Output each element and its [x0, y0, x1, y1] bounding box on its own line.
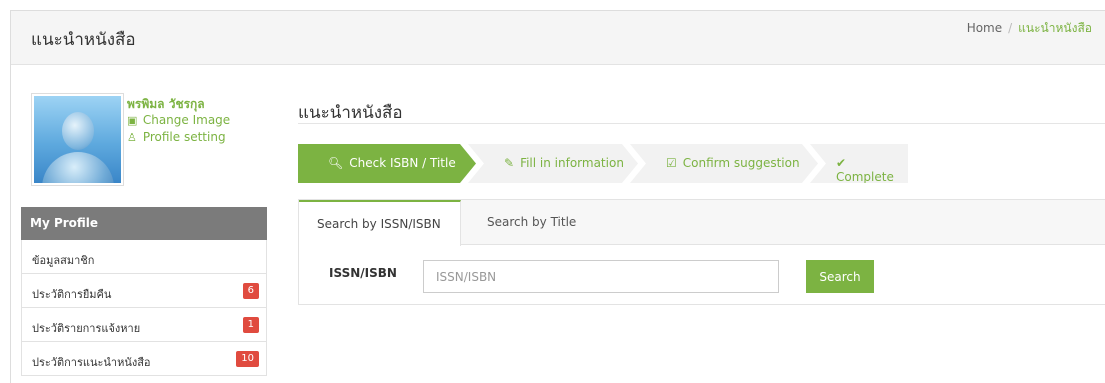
avatar [31, 93, 124, 186]
avatar-head-shape [62, 112, 94, 150]
tab-search-by-title[interactable]: Search by Title [469, 200, 599, 245]
sidebar-item-lost-report-history[interactable]: ประวัติรายการแจ้งหาย 1 [21, 308, 267, 342]
breadcrumb-separator: / [1008, 21, 1013, 35]
pencil-icon: ✎ [504, 156, 515, 170]
check-icon: ✔ [836, 156, 847, 170]
check-square-icon: ☑ [666, 156, 677, 170]
step-fill-information[interactable]: ✎ Fill in information [468, 144, 638, 183]
avatar-image [34, 96, 121, 183]
page-frame: แนะนำหนังสือ Home / แนะนำหนังสือ พรพิมล วั… [10, 10, 1105, 383]
profile-name: พรพิมล วัชรกุล [127, 97, 205, 111]
issn-isbn-label: ISSN/ISBN [329, 266, 397, 280]
step-complete[interactable]: ✔Complete [810, 144, 908, 183]
avatar-body-shape [42, 152, 114, 183]
page-header-title: แนะนำหนังสือ [31, 30, 136, 50]
step-label: Confirm suggestion [682, 156, 800, 170]
count-badge: 1 [242, 317, 259, 333]
issn-isbn-input[interactable] [423, 260, 779, 293]
page-header: แนะนำหนังสือ Home / แนะนำหนังสือ [11, 11, 1105, 65]
sidebar-item-member-info[interactable]: ข้อมูลสมาชิก [21, 240, 267, 274]
main-divider [298, 123, 1105, 124]
search-tabs: Search by ISSN/ISBN Search by Title [299, 200, 1105, 246]
count-badge: 10 [236, 351, 259, 367]
main-title: แนะนำหนังสือ [298, 103, 403, 123]
tab-search-by-issn-isbn[interactable]: Search by ISSN/ISBN [299, 200, 461, 246]
change-image-label: Change Image [142, 113, 231, 127]
user-icon: ♙ [127, 131, 137, 144]
sidebar-item-label: ประวัติการแนะนำหนังสือ [32, 356, 151, 369]
step-label: Check ISBN / Title [349, 156, 456, 170]
count-badge: 6 [242, 283, 259, 299]
sidebar-heading: My Profile [21, 207, 267, 240]
breadcrumb: Home / แนะนำหนังสือ [967, 19, 1092, 38]
search-icon: 🔍︎ [328, 156, 344, 170]
step-label: Fill in information [520, 156, 624, 170]
step-label: Complete [836, 170, 894, 184]
sidebar-item-label: ประวัติการยืมคืน [32, 288, 112, 301]
search-button[interactable]: Search [806, 260, 874, 293]
search-panel: Search by ISSN/ISBN Search by Title ISSN… [298, 199, 1105, 305]
step-confirm-suggestion[interactable]: ☑ Confirm suggestion [630, 144, 818, 183]
profile-setting-label: Profile setting [142, 130, 226, 144]
sidebar-item-suggestion-history[interactable]: ประวัติการแนะนำหนังสือ 10 [21, 342, 267, 376]
sidebar-item-label: ข้อมูลสมาชิก [32, 254, 95, 267]
breadcrumb-home-link[interactable]: Home [967, 21, 1002, 35]
sidebar-item-label: ประวัติรายการแจ้งหาย [32, 322, 141, 335]
sidebar-menu: ข้อมูลสมาชิก ประวัติการยืมคืน 6 ประวัติร… [21, 240, 267, 376]
step-check-isbn[interactable]: 🔍︎ Check ISBN / Title [298, 144, 476, 183]
sidebar-item-borrow-history[interactable]: ประวัติการยืมคืน 6 [21, 274, 267, 308]
profile-meta: พรพิมล วัชรกุล ▣ Change Image ♙ Profile … [127, 96, 230, 146]
breadcrumb-current: แนะนำหนังสือ [1018, 21, 1092, 35]
change-image-link[interactable]: ▣ Change Image [127, 112, 230, 129]
profile-setting-link[interactable]: ♙ Profile setting [127, 129, 230, 146]
image-icon: ▣ [127, 114, 138, 127]
wizard-steps: 🔍︎ Check ISBN / Title ✎ Fill in informatio… [298, 144, 908, 183]
